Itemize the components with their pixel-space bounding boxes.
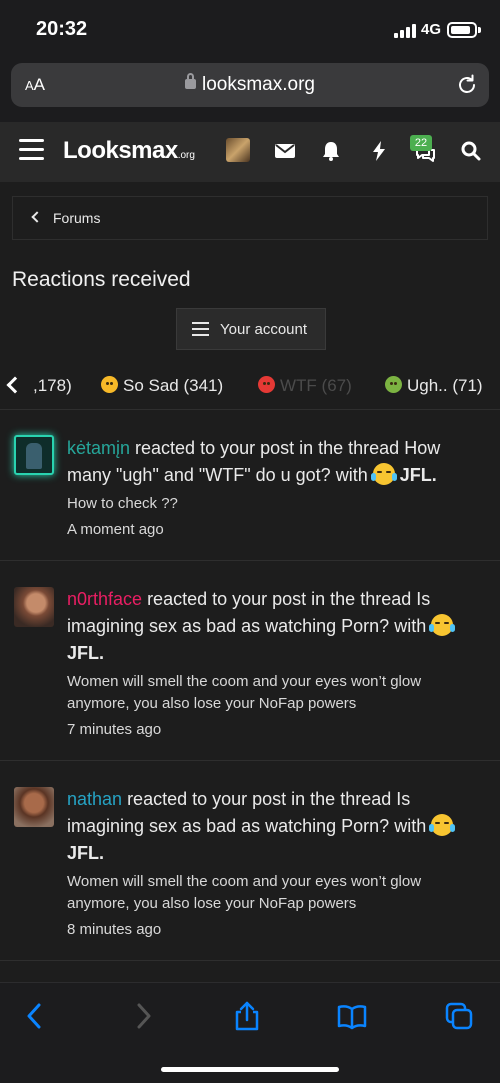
laughing-crying-icon bbox=[429, 614, 456, 636]
avatar[interactable] bbox=[14, 787, 54, 827]
reaction-label: JFL. bbox=[67, 843, 105, 863]
reaction-content: n0rthface reacted to your post in the th… bbox=[67, 586, 487, 741]
avatar[interactable] bbox=[14, 435, 54, 475]
reaction-label: JFL. bbox=[67, 643, 105, 663]
chevron-left-icon[interactable] bbox=[6, 376, 24, 394]
tab-so-sad[interactable]: So Sad (341) bbox=[101, 376, 223, 396]
share-icon[interactable] bbox=[232, 1001, 262, 1031]
home-indicator[interactable] bbox=[161, 1067, 339, 1072]
reaction-item[interactable]: kėtamįn reacted to your post in the thre… bbox=[0, 411, 500, 561]
post-snippet[interactable]: How to check ?? bbox=[67, 493, 487, 515]
site-header: Looksmax.org bbox=[0, 122, 500, 182]
reaction-label: JFL. bbox=[399, 465, 437, 485]
reaction-text: kėtamįn reacted to your post in the thre… bbox=[67, 438, 441, 485]
angry-face-icon bbox=[258, 376, 275, 393]
reaction-text: n0rthface reacted to your post in the th… bbox=[67, 586, 487, 667]
page-title: Reactions received bbox=[12, 268, 191, 291]
chevron-left-icon bbox=[31, 211, 43, 223]
user-avatar[interactable] bbox=[226, 138, 250, 162]
sick-face-icon bbox=[385, 376, 402, 393]
notification-badge[interactable]: 22 bbox=[410, 135, 432, 151]
your-account-button[interactable]: Your account bbox=[176, 308, 326, 350]
tab-previous-reaction[interactable]: ,178) bbox=[33, 376, 72, 396]
envelope-icon[interactable] bbox=[274, 140, 296, 162]
address-bar[interactable]: AA looksmax.org bbox=[11, 63, 489, 107]
post-snippet[interactable]: Women will smell the coom and your eyes … bbox=[67, 871, 487, 915]
reaction-content: kėtamįn reacted to your post in the thre… bbox=[67, 435, 487, 541]
timestamp[interactable]: A moment ago bbox=[67, 519, 487, 541]
tab-wtf[interactable]: WTF (67) bbox=[258, 376, 352, 396]
post-snippet[interactable]: Women will smell the coom and your eyes … bbox=[67, 671, 487, 715]
menu-icon[interactable] bbox=[19, 139, 44, 161]
username-link[interactable]: kėtamįn bbox=[67, 438, 130, 458]
browser-address-area: AA looksmax.org bbox=[0, 58, 500, 122]
username-link[interactable]: nathan bbox=[67, 789, 122, 809]
timestamp[interactable]: 7 minutes ago bbox=[67, 719, 487, 741]
menu-icon bbox=[192, 322, 209, 336]
tab-ugh[interactable]: Ugh.. (71) bbox=[385, 376, 483, 396]
bell-icon[interactable] bbox=[320, 140, 342, 162]
status-bar: 20:32 4G bbox=[0, 0, 500, 58]
forward-icon[interactable] bbox=[128, 1001, 158, 1031]
avatar[interactable] bbox=[14, 587, 54, 627]
breadcrumb-label: Forums bbox=[53, 210, 101, 226]
search-icon[interactable] bbox=[460, 140, 482, 162]
reaction-item[interactable]: nathan reacted to your post in the threa… bbox=[0, 761, 500, 961]
tabs-icon[interactable] bbox=[444, 1001, 474, 1031]
battery-icon bbox=[447, 22, 481, 38]
site-logo[interactable]: Looksmax.org bbox=[63, 137, 195, 165]
reaction-content: nathan reacted to your post in the threa… bbox=[67, 786, 487, 941]
your-account-label: Your account bbox=[220, 321, 308, 338]
bookmarks-icon[interactable] bbox=[337, 1001, 367, 1031]
bolt-icon[interactable] bbox=[368, 140, 390, 162]
laughing-crying-icon bbox=[370, 463, 397, 485]
timestamp[interactable]: 8 minutes ago bbox=[67, 919, 487, 941]
reload-icon[interactable] bbox=[455, 73, 479, 97]
sad-face-icon bbox=[101, 376, 118, 393]
reaction-text: nathan reacted to your post in the threa… bbox=[67, 786, 487, 867]
url-text: looksmax.org bbox=[202, 74, 315, 95]
back-icon[interactable] bbox=[20, 1001, 50, 1031]
reaction-tabs: ,178) So Sad (341) WTF (67) Ugh.. (71) bbox=[0, 366, 500, 410]
signal-icon bbox=[394, 24, 416, 38]
lock-icon bbox=[185, 73, 196, 89]
reaction-item[interactable]: n0rthface reacted to your post in the th… bbox=[0, 561, 500, 761]
network-label: 4G bbox=[421, 21, 442, 38]
breadcrumb[interactable]: Forums bbox=[12, 196, 488, 240]
laughing-crying-icon bbox=[429, 814, 456, 836]
username-link[interactable]: n0rthface bbox=[67, 589, 142, 609]
url-field[interactable]: looksmax.org bbox=[11, 73, 489, 96]
status-time: 20:32 bbox=[36, 18, 88, 40]
